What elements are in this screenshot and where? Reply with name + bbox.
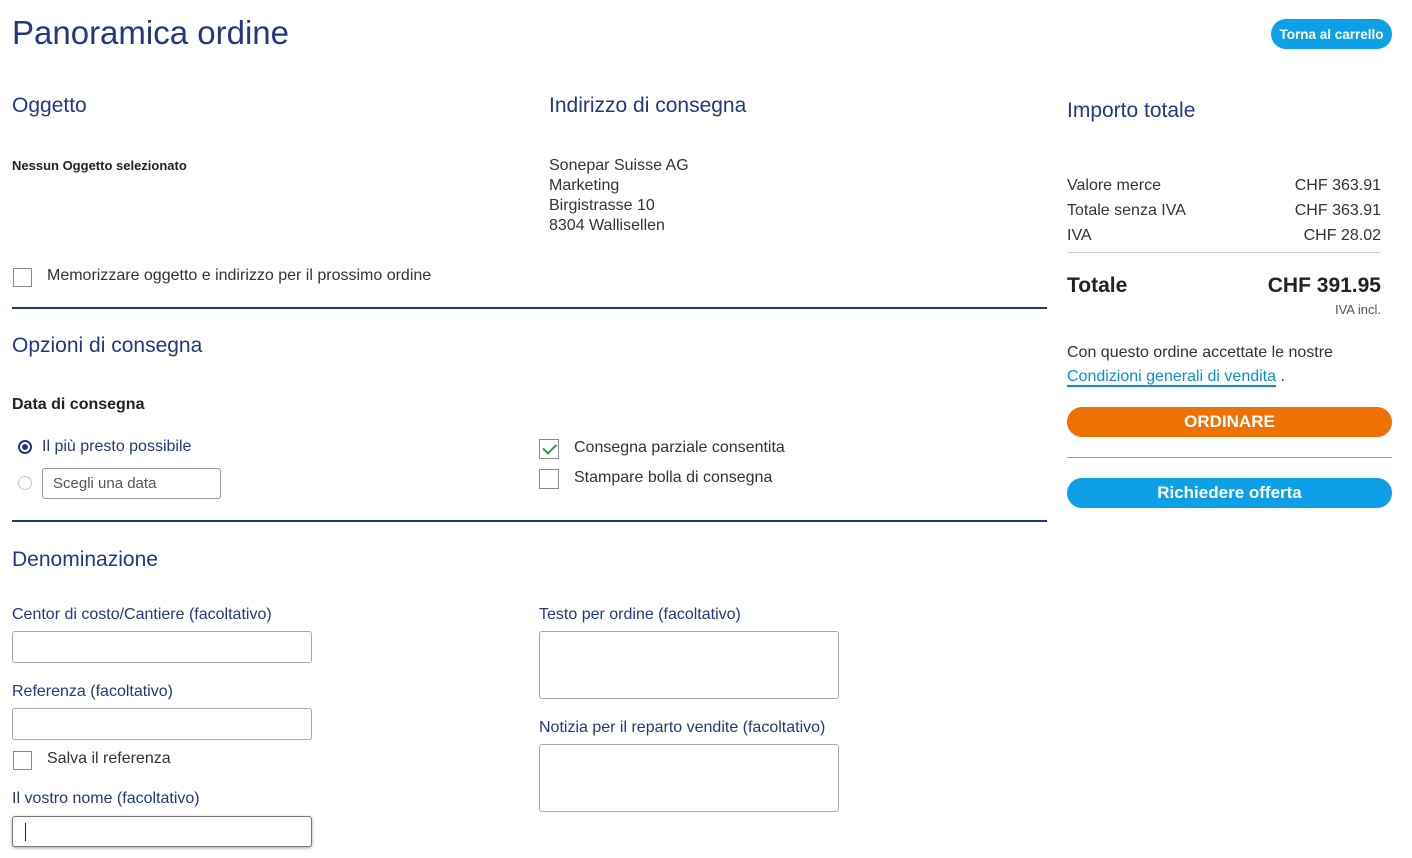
order-text-label: Testo per ordine (facoltativo) bbox=[539, 606, 741, 623]
check-icon bbox=[542, 439, 558, 455]
summary-divider bbox=[1067, 252, 1381, 253]
cost-center-label: Centor di costo/Cantiere (facoltativo) bbox=[12, 606, 272, 623]
choose-date-radio[interactable] bbox=[18, 476, 32, 490]
summary-heading: Importo totale bbox=[1067, 99, 1196, 122]
save-reference-label: Salva il referenza bbox=[47, 750, 171, 767]
partial-delivery-checkbox[interactable] bbox=[539, 439, 559, 459]
partial-delivery-label: Consegna parziale consentita bbox=[574, 439, 785, 456]
delivery-options-heading: Opzioni di consegna bbox=[12, 334, 203, 357]
reference-input[interactable] bbox=[12, 708, 312, 740]
address-line: Birgistrasse 10 bbox=[549, 197, 655, 214]
name-label: Il vostro nome (facoltativo) bbox=[12, 790, 200, 807]
vat-note: IVA incl. bbox=[1334, 302, 1381, 317]
choose-date-input[interactable] bbox=[42, 468, 221, 499]
delivery-address: Sonepar Suisse AG Marketing Birgistrasse… bbox=[549, 156, 689, 236]
total-value: CHF 391.95 bbox=[1267, 274, 1381, 297]
terms-link[interactable]: Condizioni generali di vendita bbox=[1067, 368, 1277, 387]
summary-row: Valore merce CHF 363.91 bbox=[1067, 177, 1381, 195]
section-divider bbox=[12, 307, 1047, 309]
summary-row-value: CHF 28.02 bbox=[1303, 227, 1381, 244]
summary-row-label: IVA bbox=[1067, 227, 1092, 244]
asap-label: Il più presto possibile bbox=[42, 438, 192, 455]
page-title: Panoramica ordine bbox=[12, 14, 289, 51]
summary-row-value: CHF 363.91 bbox=[1294, 202, 1381, 219]
name-input[interactable] bbox=[12, 816, 312, 847]
remember-label: Memorizzare oggetto e indirizzo per il p… bbox=[47, 267, 432, 284]
terms-text: Con questo ordine accettate le nostre Co… bbox=[1067, 341, 1387, 389]
summary-row: IVA CHF 28.02 bbox=[1067, 227, 1381, 245]
order-text-textarea[interactable] bbox=[539, 631, 839, 699]
terms-intro: Con questo ordine accettate le nostre bbox=[1067, 344, 1333, 361]
print-note-checkbox[interactable] bbox=[539, 469, 559, 489]
sales-note-textarea[interactable] bbox=[539, 744, 839, 812]
section-divider bbox=[12, 520, 1047, 522]
reference-label: Referenza (facoltativo) bbox=[12, 683, 173, 700]
delivery-date-heading: Data di consegna bbox=[12, 396, 145, 413]
order-button[interactable]: ORDINARE bbox=[1067, 407, 1392, 437]
asap-radio[interactable] bbox=[18, 440, 32, 454]
address-line: 8304 Wallisellen bbox=[549, 217, 665, 234]
cost-center-input[interactable] bbox=[12, 631, 312, 663]
summary-row-label: Valore merce bbox=[1067, 177, 1161, 194]
delivery-address-heading: Indirizzo di consegna bbox=[549, 94, 747, 117]
sales-note-label: Notizia per il reparto vendite (facoltat… bbox=[539, 719, 826, 736]
denomination-heading: Denominazione bbox=[12, 548, 158, 571]
terms-period: . bbox=[1280, 368, 1285, 385]
print-note-label: Stampare bolla di consegna bbox=[574, 469, 773, 486]
summary-row-label: Totale senza IVA bbox=[1067, 202, 1186, 219]
text-caret bbox=[25, 823, 26, 841]
summary-separator bbox=[1067, 457, 1392, 458]
address-line: Sonepar Suisse AG bbox=[549, 157, 689, 174]
remember-checkbox[interactable] bbox=[13, 268, 32, 287]
object-heading: Oggetto bbox=[12, 94, 87, 117]
back-to-cart-button[interactable]: Torna al carrello bbox=[1271, 19, 1392, 49]
request-offer-button[interactable]: Richiedere offerta bbox=[1067, 478, 1392, 508]
total-row: Totale CHF 391.95 bbox=[1067, 274, 1381, 298]
address-line: Marketing bbox=[549, 177, 620, 194]
summary-row-value: CHF 363.91 bbox=[1294, 177, 1381, 194]
save-reference-checkbox[interactable] bbox=[13, 751, 32, 770]
total-label: Totale bbox=[1067, 274, 1128, 297]
object-value: Nessun Oggetto selezionato bbox=[12, 158, 187, 173]
summary-row: Totale senza IVA CHF 363.91 bbox=[1067, 202, 1381, 220]
